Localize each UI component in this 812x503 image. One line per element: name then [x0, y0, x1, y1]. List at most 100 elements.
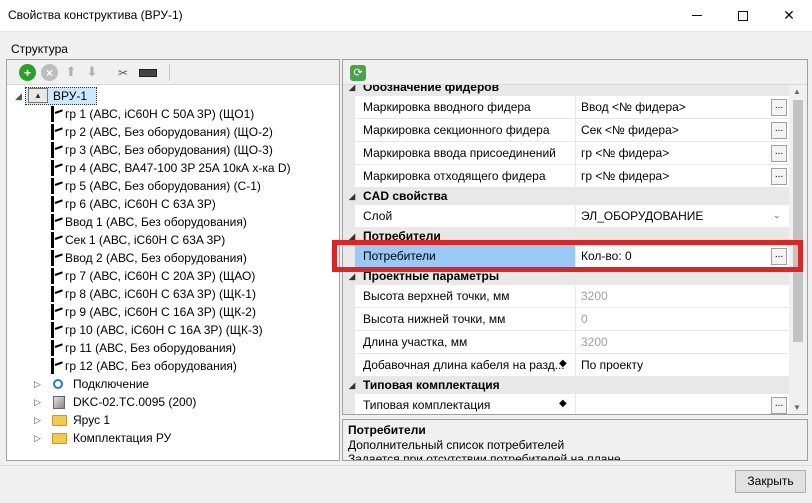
category-label: Типовая комплектация: [363, 378, 500, 392]
tree-item-feeder[interactable]: гр 1 (АВС, iC60H C 50A 3P) (ЩО1): [65, 105, 254, 123]
category-label: Обозначение фидеров: [363, 85, 499, 94]
expand-icon[interactable]: ▷: [34, 375, 44, 393]
property-row[interactable]: Высота верхней точки, мм 3200: [343, 285, 789, 308]
scroll-thumb[interactable]: [793, 100, 803, 342]
tree-item-enclosure[interactable]: DKC-02.TC.0095 (200): [73, 393, 196, 411]
structure-tree: ◢ ▲ ВРУ-1 гр 1 (АВС, iC60H C 50A 3P) (ЩО…: [7, 85, 339, 460]
tree-item-feeder[interactable]: гр 5 (АВС, Без оборудования) (С-1): [65, 177, 261, 195]
section-feeder-icon: [49, 231, 63, 249]
add-icon[interactable]: +: [19, 64, 36, 81]
tree-item-tier[interactable]: Ярус 1: [73, 411, 110, 429]
tree-item-feeder[interactable]: гр 8 (АВС, iC60H C 63A 3P) (ЩК-1): [65, 285, 256, 303]
property-row[interactable]: Высота нижней точки, мм 0: [343, 308, 789, 331]
scroll-up-icon[interactable]: ▲: [793, 87, 801, 96]
ellipsis-button[interactable]: ...: [771, 168, 787, 185]
property-row[interactable]: Маркировка отходящего фидера гр <№ фидер…: [343, 165, 789, 188]
property-name: Маркировка секционного фидера: [363, 123, 550, 137]
feeder-icon: [49, 285, 63, 303]
panel-icon: ▲: [28, 88, 48, 103]
tree-root-label[interactable]: ВРУ-1: [53, 87, 87, 105]
diamond-icon: ◆: [559, 358, 567, 369]
maximize-button[interactable]: [720, 0, 766, 31]
feeder-icon: [49, 123, 63, 141]
structure-tree-panel: + × ⬆ ⬇ ✂ ◢ ▲ ВРУ-1 гр 1 (АВС, iC60H C 5…: [6, 59, 340, 461]
property-row[interactable]: Маркировка секционного фидера Сек <№ фид…: [343, 119, 789, 142]
ellipsis-button[interactable]: ...: [771, 122, 787, 139]
property-name: Маркировка отходящего фидера: [363, 169, 546, 183]
property-value[interactable]: Ввод <№ фидера>: [581, 100, 686, 114]
expand-icon[interactable]: ▷: [34, 429, 44, 447]
scroll-down-icon[interactable]: ▼: [793, 403, 801, 412]
property-row[interactable]: Типовая комплектация ◆ ...: [343, 394, 789, 414]
property-toolbar: ⟳: [343, 60, 807, 85]
tree-item-feeder[interactable]: гр 9 (АВС, iC60H C 16A 3P) (ЩК-2): [65, 303, 256, 321]
property-name: Добавочная длина кабеля на разд...: [363, 358, 565, 372]
tree-item-feeder[interactable]: гр 7 (АВС, iC60H C 20A 3P) (ЩАО): [65, 267, 255, 285]
feeder-icon: [49, 195, 63, 213]
property-row[interactable]: Добавочная длина кабеля на разд... ◆ По …: [343, 354, 789, 377]
feeder-icon: [49, 267, 63, 285]
feeder-icon: [49, 105, 63, 123]
ellipsis-button[interactable]: ...: [771, 99, 787, 116]
minimize-icon: [692, 15, 702, 16]
tree-item-feeder[interactable]: Ввод 1 (АВС, Без оборудования): [65, 213, 247, 231]
input-feeder-icon: [49, 249, 63, 267]
footer-divider: [0, 465, 812, 466]
arrow-down-icon[interactable]: ⬇: [84, 64, 100, 80]
collapse-icon: ◢: [349, 381, 356, 390]
property-row-layer[interactable]: Слой ЭЛ_ОБОРУДОВАНИЕ ⌄: [343, 205, 789, 228]
tree-item-equipment[interactable]: Комплектация РУ: [73, 429, 171, 447]
ellipsis-button[interactable]: ...: [771, 145, 787, 162]
property-name: Маркировка ввода присоединений: [363, 146, 556, 160]
tree-item-feeder[interactable]: гр 2 (АВС, Без оборудования) (ЩО-2): [65, 123, 273, 141]
property-value[interactable]: Сек <№ фидера>: [581, 123, 679, 137]
tree-item-feeder[interactable]: гр 12 (АВС, Без оборудования): [65, 357, 237, 375]
window-title: Свойства конструктива (ВРУ-1): [8, 8, 183, 22]
feeder-icon: [49, 339, 63, 357]
chevron-down-icon[interactable]: ⌄: [773, 210, 781, 221]
refresh-icon[interactable]: ⟳: [350, 65, 366, 81]
property-row[interactable]: Длина участка, мм 3200: [343, 331, 789, 354]
cube-icon: [53, 396, 65, 409]
tree-item-feeder[interactable]: гр 4 (АВС, ВА47-100 3P 25A 10кА х-ка D): [65, 159, 291, 177]
tree-item-feeder[interactable]: гр 10 (АВС, iC60H C 16A 3P) (ЩК-3): [65, 321, 263, 339]
tree-toolbar: + × ⬆ ⬇ ✂: [7, 60, 339, 85]
tree-item-feeder[interactable]: гр 11 (АВС, Без оборудования): [65, 339, 236, 357]
layer-select[interactable]: ЭЛ_ОБОРУДОВАНИЕ: [581, 209, 703, 223]
expand-icon[interactable]: ▷: [34, 411, 44, 429]
minimize-button[interactable]: [674, 0, 720, 31]
property-value: 3200: [581, 289, 608, 303]
collapse-icon[interactable]: ◢: [15, 87, 25, 105]
close-window-button[interactable]: ✕: [766, 0, 812, 31]
collapse-icon: ◢: [349, 85, 356, 92]
remove-icon[interactable]: ×: [41, 64, 58, 81]
property-row[interactable]: Маркировка ввода присоединений гр <№ фид…: [343, 142, 789, 165]
input-feeder-icon: [49, 213, 63, 231]
close-button[interactable]: Закрыть: [735, 470, 806, 493]
feeder-icon: [49, 357, 63, 375]
property-row[interactable]: Маркировка вводного фидера Ввод <№ фидер…: [343, 96, 789, 119]
description-line: Дополнительный список потребителей: [348, 438, 565, 452]
tree-item-feeder[interactable]: гр 6 (АВС, iC60H C 63A 3P): [65, 195, 216, 213]
expand-icon[interactable]: ▷: [34, 393, 44, 411]
structure-label: Структура: [11, 42, 68, 56]
ruler-icon[interactable]: [139, 69, 157, 77]
close-icon: ✕: [783, 7, 795, 23]
category-feeder-marking[interactable]: ◢ Обозначение фидеров: [343, 85, 789, 96]
category-typical[interactable]: ◢ Типовая комплектация: [343, 377, 789, 394]
property-value[interactable]: По проекту: [581, 358, 643, 372]
collapse-icon: ◢: [349, 192, 356, 201]
ellipsis-button[interactable]: ...: [771, 397, 787, 414]
tool-icon[interactable]: ✂: [115, 65, 131, 81]
arrow-up-icon[interactable]: ⬆: [63, 64, 79, 80]
tree-item-feeder[interactable]: гр 3 (АВС, Без оборудования) (ЩО-3): [65, 141, 273, 159]
tree-item-connection[interactable]: Подключение: [73, 375, 149, 393]
property-value[interactable]: гр <№ фидера>: [581, 169, 669, 183]
tree-item-feeder[interactable]: Ввод 2 (АВС, Без оборудования): [65, 249, 247, 267]
property-value[interactable]: гр <№ фидера>: [581, 146, 669, 160]
property-name: Длина участка, мм: [363, 335, 468, 349]
circle-icon: [53, 379, 63, 389]
tree-item-feeder[interactable]: Сек 1 (АВС, iC60H C 63A 3P): [65, 231, 225, 249]
property-value: 3200: [581, 335, 608, 349]
category-cad[interactable]: ◢ CAD свойства: [343, 188, 789, 205]
